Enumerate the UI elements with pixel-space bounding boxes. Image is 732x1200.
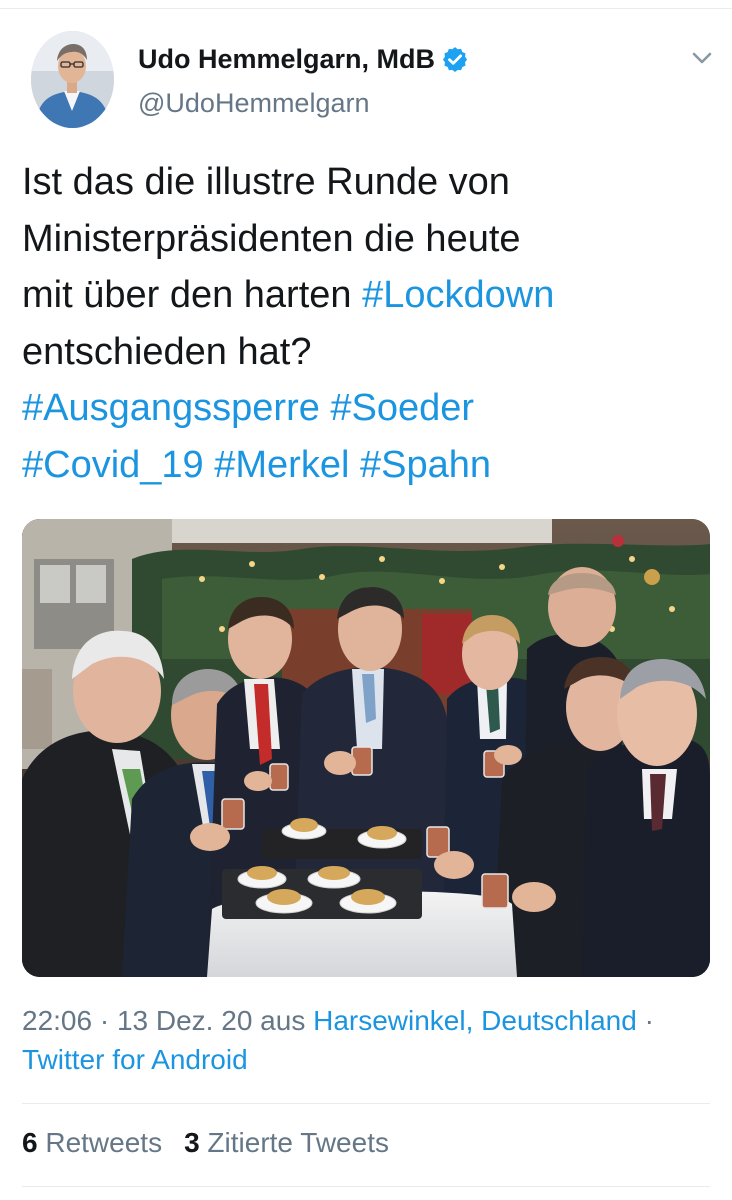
quote-tweets-label: Zitierte Tweets	[199, 1127, 389, 1158]
author-name-row[interactable]: Udo Hemmelgarn, MdB	[138, 40, 469, 78]
meta-separator: ·	[92, 1005, 117, 1036]
tweet-detail-page: Udo Hemmelgarn, MdB @UdoHemmelgarn Ist d…	[0, 0, 732, 1200]
photo-scene	[22, 519, 710, 977]
author-display-name[interactable]: Udo Hemmelgarn, MdB	[138, 44, 435, 75]
hashtag-merkel[interactable]: #Merkel	[214, 444, 349, 486]
quote-tweets-stat[interactable]: 3 Zitierte Tweets	[184, 1127, 389, 1158]
tweet-hashtag-line: #Covid_19 #Merkel #Spahn	[22, 437, 712, 494]
tweet-location-link[interactable]: Harsewinkel, Deutschland	[313, 1005, 637, 1036]
quote-tweets-count: 3	[184, 1127, 200, 1158]
top-divider	[0, 8, 732, 9]
verified-badge-icon	[443, 47, 468, 72]
chevron-down-icon[interactable]	[688, 48, 716, 68]
retweets-label: Retweets	[37, 1127, 163, 1158]
tweet-time[interactable]: 22:06	[22, 1005, 92, 1036]
tweet-text-line: Ministerpräsidenten die heute	[22, 217, 521, 260]
hashtag-soeder[interactable]: #Soeder	[330, 387, 474, 429]
location-prefix: aus	[252, 1005, 314, 1036]
tweet-meta: 22:06 · 13 Dez. 20 aus Harsewinkel, Deut…	[22, 1005, 654, 1037]
avatar[interactable]	[31, 31, 114, 128]
tweet-stats: 6 Retweets 3 Zitierte Tweets	[22, 1127, 389, 1159]
tweet-hashtag-line: #Ausgangssperre #Soeder	[22, 380, 712, 437]
tweet-source-row: Twitter for Android	[22, 1044, 248, 1076]
retweets-stat[interactable]: 6 Retweets	[22, 1127, 162, 1158]
tweet-text-line: Ist das die illustre Runde von	[22, 161, 510, 203]
tweet-text-line: mit über den harten #Lockdown	[22, 267, 712, 324]
stats-divider-bottom	[22, 1186, 710, 1187]
hashtag-lockdown[interactable]: #Lockdown	[362, 274, 554, 316]
stats-divider-top	[22, 1103, 710, 1104]
tweet-text: Ist das die illustre Runde von Ministerp…	[22, 154, 712, 493]
tweet-text-fragment: mit über den harten	[22, 274, 363, 316]
hashtag-spahn[interactable]: #Spahn	[360, 444, 491, 486]
tweet-text-line: entschieden hat?	[22, 330, 312, 373]
meta-separator: ·	[636, 1005, 654, 1036]
tweet-date[interactable]: 13 Dez. 20	[117, 1005, 252, 1036]
avatar-image	[31, 31, 114, 128]
author-handle[interactable]: @UdoHemmelgarn	[138, 88, 370, 119]
tweet-source-link[interactable]: Twitter for Android	[22, 1044, 248, 1075]
retweets-count: 6	[22, 1127, 38, 1158]
hashtag-ausgangssperre[interactable]: #Ausgangssperre	[22, 387, 320, 429]
tweet-photo[interactable]	[22, 519, 710, 977]
hashtag-covid-19[interactable]: #Covid_19	[22, 444, 204, 486]
